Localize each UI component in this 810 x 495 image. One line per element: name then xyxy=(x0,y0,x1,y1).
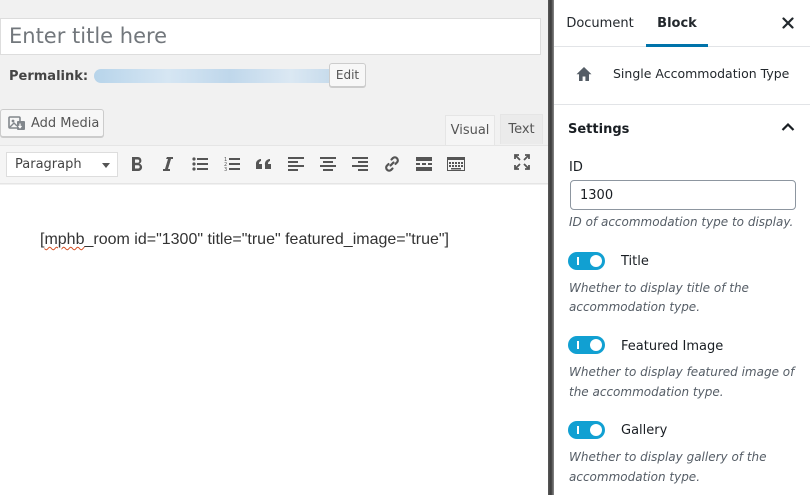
spellcheck-word: mphb xyxy=(44,231,85,248)
chevron-up-icon xyxy=(781,122,795,131)
bold-icon[interactable] xyxy=(127,154,147,174)
title-help-line-1: Whether to display title of the xyxy=(569,281,749,295)
shortcode-text: [mphb_room id="1300" title="true" featur… xyxy=(40,231,449,249)
fullscreen-icon[interactable] xyxy=(512,152,532,172)
featured-image-toggle-label: Featured Image xyxy=(621,339,724,354)
id-input[interactable]: 1300 xyxy=(570,180,796,210)
italic-icon[interactable] xyxy=(158,154,178,174)
title-help-line-2: accommodation type. xyxy=(569,300,701,314)
format-select[interactable]: Paragraph xyxy=(6,152,118,177)
featured-image-toggle[interactable] xyxy=(568,336,605,354)
gallery-help-line-2: accommodation type. xyxy=(569,470,701,484)
close-icon[interactable] xyxy=(778,13,798,33)
svg-text:3: 3 xyxy=(224,167,227,171)
align-center-icon[interactable] xyxy=(318,154,338,174)
block-card: Single Accommodation Type xyxy=(554,48,810,105)
id-help-text: ID of accommodation type to display. xyxy=(569,215,794,229)
settings-panel-toggle[interactable]: Settings xyxy=(554,106,810,152)
numbered-list-icon[interactable]: 123 xyxy=(222,154,242,174)
blockquote-icon[interactable] xyxy=(254,154,274,174)
title-toggle-label: Title xyxy=(621,254,649,269)
bullet-list-icon[interactable] xyxy=(190,154,210,174)
home-icon xyxy=(576,67,592,81)
tab-document[interactable]: Document xyxy=(554,0,646,47)
tab-visual[interactable]: Visual xyxy=(445,115,495,145)
toolbar-toggle-icon[interactable] xyxy=(446,154,466,174)
permalink-label: Permalink: xyxy=(9,68,89,84)
add-media-button[interactable]: Add Media xyxy=(0,109,104,137)
settings-title: Settings xyxy=(568,122,630,137)
permalink-row: Permalink: xyxy=(9,66,341,86)
edit-permalink-button[interactable]: Edit xyxy=(329,63,366,87)
tab-text[interactable]: Text xyxy=(500,114,543,144)
sidebar-tabs: Document Block xyxy=(554,0,810,47)
toggle-knob xyxy=(590,424,602,436)
toggle-knob xyxy=(590,255,602,267)
id-label: ID xyxy=(569,160,583,175)
permalink-url-link[interactable] xyxy=(94,69,341,83)
featured-image-help-line-1: Whether to display featured image of xyxy=(569,365,795,379)
align-right-icon[interactable] xyxy=(350,154,370,174)
link-icon[interactable] xyxy=(382,154,402,174)
add-media-icon xyxy=(8,116,25,130)
gallery-help-line-1: Whether to display gallery of the xyxy=(569,450,767,464)
align-left-icon[interactable] xyxy=(286,154,306,174)
add-media-label: Add Media xyxy=(31,115,100,131)
classic-editor: Enter title here Permalink: Edit Add Med… xyxy=(0,0,548,495)
editor-toolbar: Paragraph 123 xyxy=(0,145,548,184)
toggle-on-indicator xyxy=(577,257,579,265)
toggle-on-indicator xyxy=(577,341,579,349)
editor-content-area[interactable]: [mphb_room id="1300" title="true" featur… xyxy=(0,185,548,495)
block-settings-sidebar: Document Block Single Accommodation Type… xyxy=(554,0,810,495)
gallery-toggle-label: Gallery xyxy=(621,423,668,438)
title-input[interactable]: Enter title here xyxy=(0,18,541,55)
block-name: Single Accommodation Type xyxy=(613,66,790,81)
format-select-value: Paragraph xyxy=(15,157,82,172)
read-more-icon[interactable] xyxy=(414,154,434,174)
shortcode-rest: _room id="1300" title="true" featured_im… xyxy=(84,231,449,248)
gallery-toggle[interactable] xyxy=(568,421,605,439)
chevron-down-icon xyxy=(102,163,110,168)
featured-image-help-line-2: the accommodation type. xyxy=(569,385,724,399)
tab-block[interactable]: Block xyxy=(646,0,708,47)
toggle-on-indicator xyxy=(577,426,579,434)
title-toggle[interactable] xyxy=(568,252,605,270)
toggle-knob xyxy=(590,339,602,351)
